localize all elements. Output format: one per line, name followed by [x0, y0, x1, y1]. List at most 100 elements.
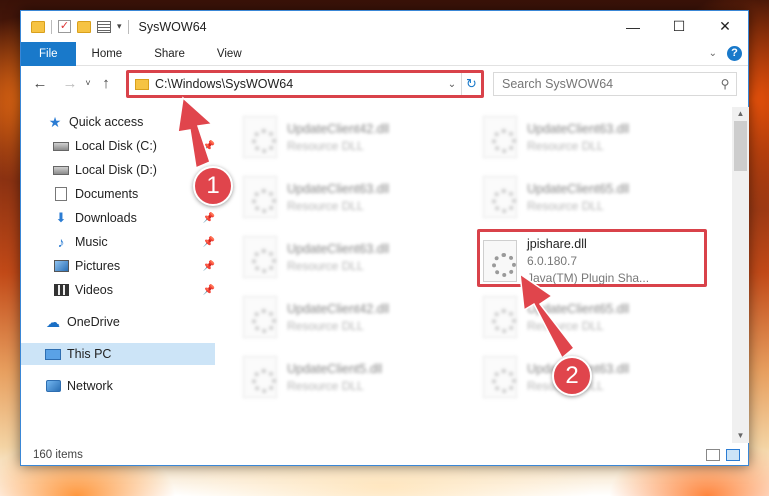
title-bar: ✓ ▾ SysWOW64 — ☐ ✕ [21, 11, 748, 42]
quick-access-toolbar: ✓ ▾ [21, 19, 129, 34]
sidebar-item-music[interactable]: ♪ Music 📌 [53, 231, 216, 253]
recent-locations-button[interactable]: ˅ [81, 78, 95, 88]
pin-icon[interactable]: 📌 [203, 237, 215, 248]
sidebar-item-quick-access[interactable]: ★ Quick access [47, 111, 215, 133]
customize-toolbar-icon[interactable] [97, 20, 111, 33]
file-item[interactable]: UpdateClient63.dll Resource DLL [243, 171, 463, 223]
pin-icon[interactable]: 📌 [203, 261, 215, 272]
dll-file-icon [483, 176, 517, 218]
file-version: 6.0.180.7 [527, 254, 578, 268]
maximize-button[interactable]: ☐ [656, 11, 702, 42]
sidebar-item-this-pc[interactable]: This PC [21, 343, 215, 365]
file-name: UpdateClient5.dll [287, 361, 383, 376]
file-item[interactable]: UpdateClient5.dll Resource DLL [243, 351, 463, 403]
star-icon: ★ [48, 113, 62, 130]
file-item[interactable]: UpdateClient65.dll Resource DLL [483, 171, 703, 223]
scroll-down-icon[interactable]: ▼ [732, 429, 749, 443]
file-list: UpdateClient42.dll Resource DLL UpdateCli… [235, 107, 732, 443]
sidebar-item-label: Network [67, 379, 113, 393]
view-switcher [706, 449, 748, 461]
disk-icon [53, 139, 69, 153]
sidebar-item-local-disk-c[interactable]: Local Disk (C:) 📌 [53, 135, 215, 157]
tab-view[interactable]: View [201, 42, 258, 66]
tab-file[interactable]: File [21, 41, 76, 66]
divider [51, 19, 52, 34]
tab-share[interactable]: Share [138, 42, 201, 66]
file-item[interactable]: UpdateClient42.dll Resource DLL [243, 291, 463, 343]
file-type: Resource DLL [527, 318, 604, 333]
window-controls: — ☐ ✕ [610, 11, 748, 42]
pictures-icon [53, 259, 69, 273]
expand-ribbon-icon[interactable]: ⌄ [709, 48, 717, 59]
scroll-thumb[interactable] [734, 121, 747, 171]
dll-file-icon [243, 296, 277, 338]
file-type: Resource DLL [287, 198, 364, 213]
sidebar-item-network[interactable]: Network [45, 375, 215, 397]
sidebar-item-label: Downloads [75, 211, 137, 225]
file-name: UpdateClient65.dll [527, 181, 630, 196]
help-icon[interactable]: ? [727, 46, 742, 61]
file-item[interactable]: UpdateClient42.dll Resource DLL [243, 111, 463, 163]
forward-button[interactable]: → [59, 75, 81, 92]
file-name: UpdateClient42.dll [287, 301, 390, 316]
pin-icon[interactable]: 📌 [203, 141, 215, 152]
file-item[interactable]: UpdateClient63.dllResource DLL [243, 231, 463, 283]
chevron-down-icon[interactable]: ▾ [117, 21, 122, 32]
file-name: UpdateClient42.dll [287, 121, 390, 136]
sidebar-item-label: Music [75, 235, 108, 249]
details-view-icon[interactable] [706, 449, 720, 461]
file-name: jpishare.dll [527, 237, 587, 251]
disk-icon [53, 163, 69, 177]
sidebar-item-onedrive[interactable]: ☁ OneDrive [45, 311, 215, 333]
scroll-up-icon[interactable]: ▲ [732, 107, 749, 121]
pin-icon[interactable]: 📌 [203, 213, 215, 224]
search-box[interactable]: ⚲ [493, 72, 737, 96]
sidebar-item-documents[interactable]: Documents 📌 [53, 183, 215, 205]
window-title: SysWOW64 [138, 19, 207, 34]
search-input[interactable] [502, 77, 714, 91]
sidebar-item-videos[interactable]: Videos 📌 [53, 279, 215, 301]
file-name: UpdateClient63.dll [287, 181, 390, 196]
vertical-scrollbar[interactable]: ▲ ▼ [732, 107, 749, 443]
dll-file-icon [243, 176, 277, 218]
dll-file-icon [243, 356, 277, 398]
documents-icon [53, 187, 69, 201]
file-type: Resource DLL [527, 198, 604, 213]
file-item[interactable]: UpdateClient63.dllResource DLL [483, 111, 703, 163]
pin-icon[interactable]: 📌 [203, 285, 215, 296]
address-bar[interactable]: C:\Windows\SysWOW64 ⌄ ↻ [128, 72, 482, 96]
dll-file-icon [243, 116, 277, 158]
sidebar-item-label: Quick access [69, 115, 144, 129]
file-item-jpishare[interactable]: jpishare.dll 6.0.180.7 Java(TM) Plugin S… [483, 233, 703, 289]
file-description: Java(TM) Plugin Sha... [527, 271, 650, 285]
sidebar-item-local-disk-d[interactable]: Local Disk (D:) [53, 159, 215, 181]
navigation-pane: ★ Quick access Local Disk (C:) 📌 Local D… [21, 107, 215, 443]
this-pc-icon [45, 347, 61, 361]
dll-file-icon [483, 296, 517, 338]
dll-file-icon [483, 116, 517, 158]
up-button[interactable]: ↑ [95, 75, 117, 92]
dll-file-icon [243, 236, 277, 278]
folder-icon[interactable] [31, 20, 45, 33]
sidebar-item-pictures[interactable]: Pictures 📌 [53, 255, 215, 277]
file-item[interactable]: UpdateClient65.dll Resource DLL [483, 291, 703, 343]
divider [127, 19, 129, 34]
folder-icon [135, 78, 149, 90]
item-count: 160 items [33, 449, 83, 461]
sidebar-item-downloads[interactable]: ⬇ Downloads 📌 [53, 207, 215, 229]
back-button[interactable]: ← [29, 75, 51, 92]
tiles-view-icon[interactable] [726, 449, 740, 461]
refresh-icon[interactable]: ↻ [461, 73, 481, 95]
address-path[interactable]: C:\Windows\SysWOW64 [155, 77, 443, 91]
tab-home[interactable]: Home [76, 42, 139, 66]
new-folder-icon[interactable] [77, 20, 91, 33]
close-button[interactable]: ✕ [702, 11, 748, 42]
address-dropdown-icon[interactable]: ⌄ [443, 79, 461, 90]
sidebar-item-label: Local Disk (C:) [75, 139, 157, 153]
file-item[interactable]: UpdateClient63.dllResource DLL [483, 351, 703, 403]
minimize-button[interactable]: — [610, 11, 656, 42]
file-type: Resource DLL [527, 138, 604, 153]
search-icon[interactable]: ⚲ [714, 77, 736, 91]
sidebar-item-label: Documents [75, 187, 139, 201]
properties-check-icon[interactable]: ✓ [58, 20, 71, 33]
